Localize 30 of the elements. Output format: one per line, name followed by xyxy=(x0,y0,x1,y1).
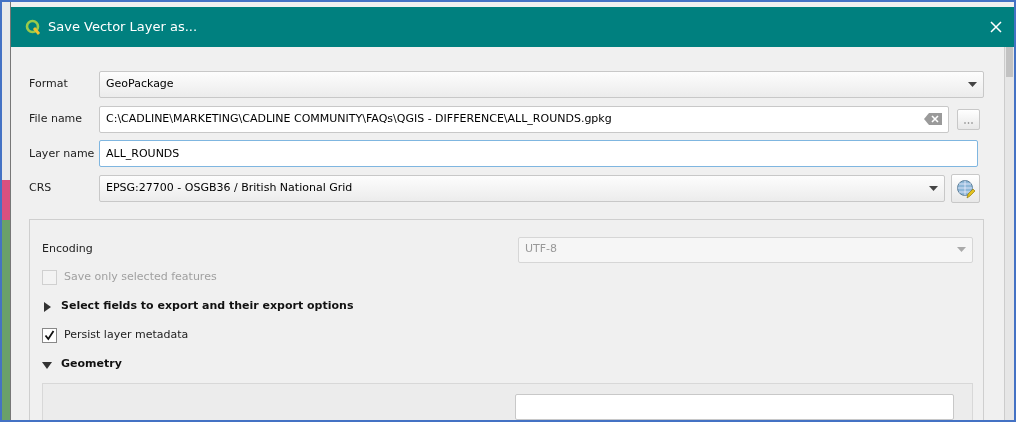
field-label: Format xyxy=(29,76,69,93)
field-label: File name xyxy=(29,110,84,127)
format-dropdown[interactable]: GeoPackage xyxy=(99,70,984,98)
dropdown-caret-icon xyxy=(929,186,938,192)
encoding-label: Encoding xyxy=(42,241,94,258)
checkbox-label: Persist layer metadata xyxy=(64,327,189,344)
right-triangle-icon xyxy=(42,301,52,312)
dropdown-caret-icon xyxy=(968,81,977,87)
window-title: Save Vector Layer as... xyxy=(48,18,198,37)
section-header[interactable]: Select fields to export and their export options xyxy=(42,292,973,321)
globe-pencil-icon xyxy=(955,178,976,199)
checkmark-icon xyxy=(44,330,55,341)
field-label: CRS xyxy=(29,180,53,197)
app-logo-icon xyxy=(25,19,41,35)
ellipsis-icon xyxy=(964,121,973,124)
encoding-dropdown: UTF-8 xyxy=(518,236,973,263)
crs-dropdown[interactable]: EPSG:27700 - OSGB36 / British National Grid xyxy=(99,175,945,203)
down-triangle-icon xyxy=(42,359,52,370)
checkbox-label: Save only selected features xyxy=(64,269,217,286)
geometry-type-dropdown[interactable] xyxy=(515,394,954,420)
file-name-field[interactable]: C:\CADLINE\MARKETING\CADLINE COMMUNITY\FAQs\QGIS - DIFFERENCE\ALL_ROUNDS.gpkg xyxy=(99,105,949,133)
layer-name-field[interactable]: ALL_ROUNDS xyxy=(99,140,978,168)
browse-button[interactable] xyxy=(957,108,980,130)
clear-icon[interactable] xyxy=(924,113,942,126)
close-icon[interactable] xyxy=(990,21,1002,33)
field-label: Layer name xyxy=(29,145,96,162)
checkbox[interactable] xyxy=(42,328,57,343)
crs-select-button[interactable] xyxy=(951,174,980,204)
section-header[interactable]: Geometry xyxy=(42,350,973,379)
dropdown-caret-icon xyxy=(957,247,966,252)
